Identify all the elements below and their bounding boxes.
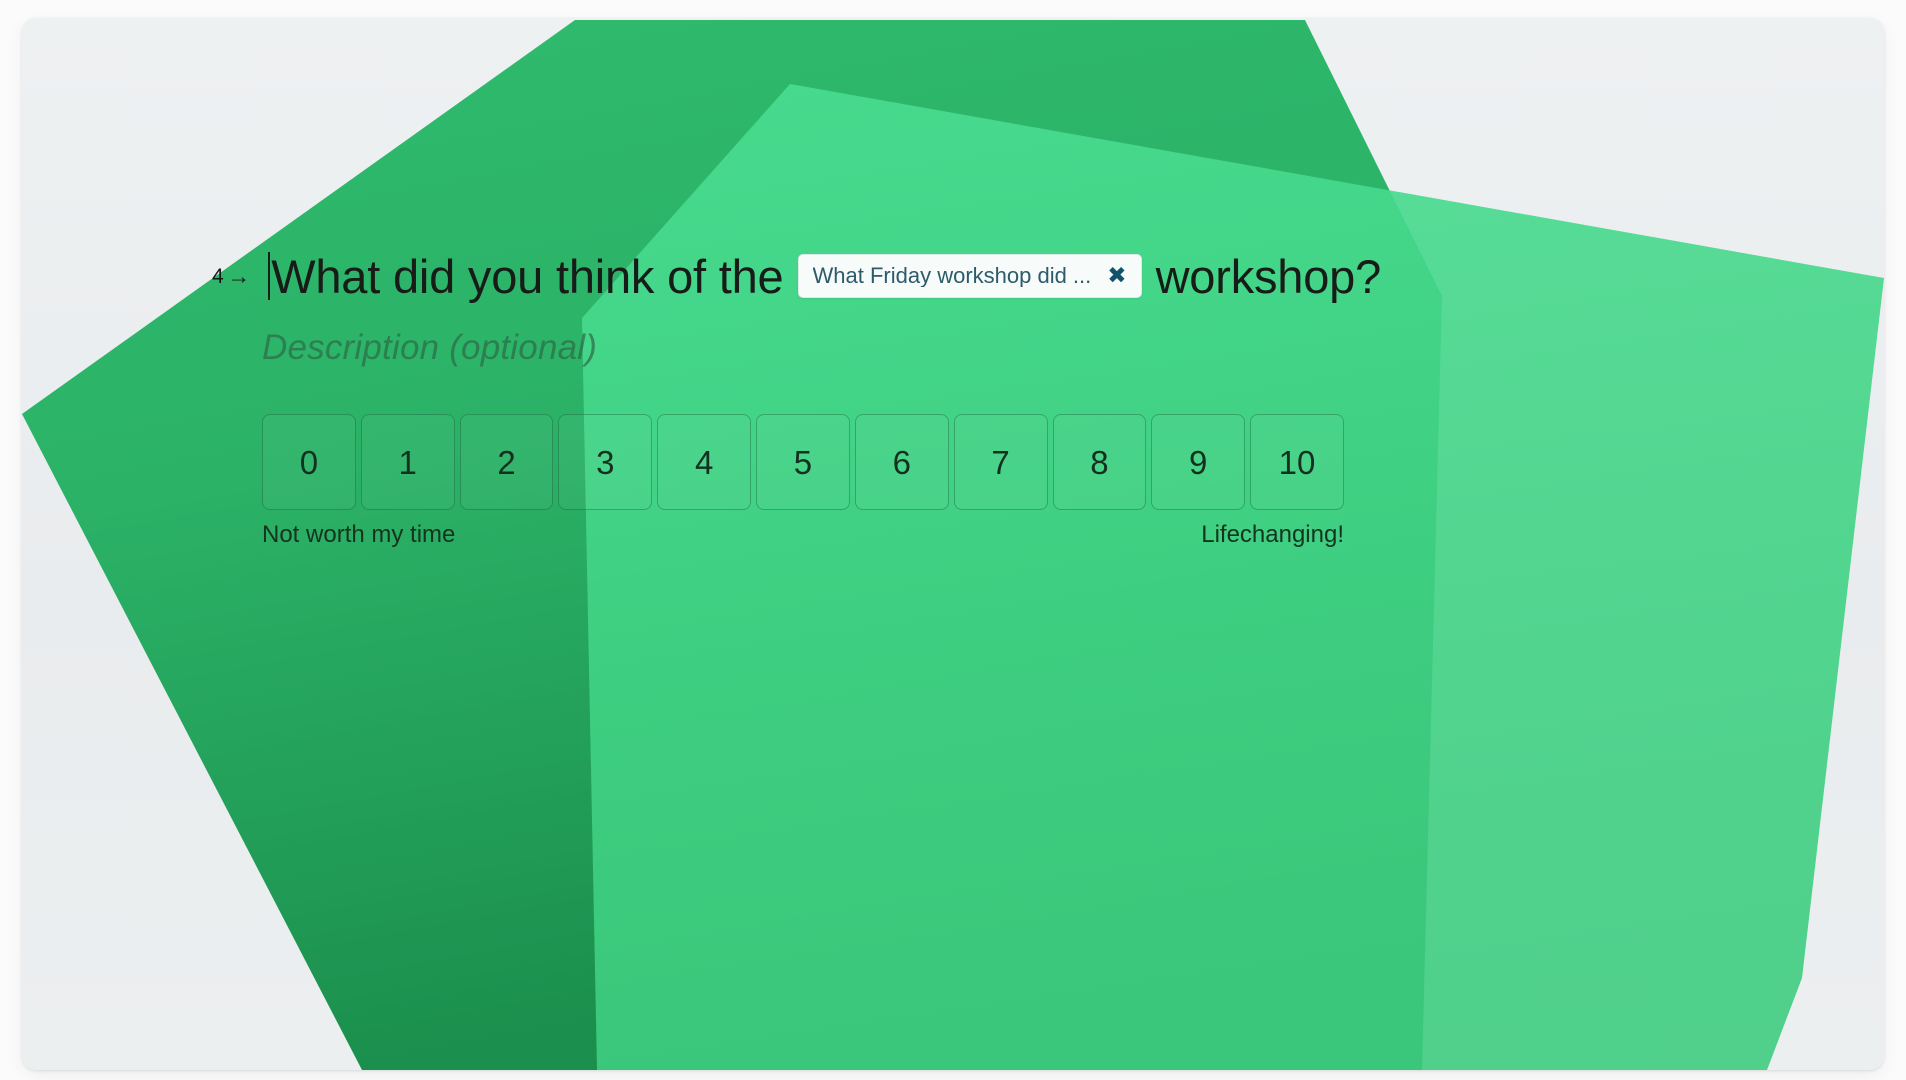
question-text-after: workshop?	[1155, 249, 1382, 303]
question-index: 4	[212, 264, 225, 288]
arrow-right-icon: →	[227, 262, 251, 289]
rating-scale: 0 1 2 3 4 5 6 7 8 9 10	[262, 414, 1344, 510]
question-block: 4 → What did you think of the What Frida…	[22, 18, 1884, 1070]
scale-option[interactable]: 4	[657, 414, 752, 510]
scale-option[interactable]: 2	[459, 414, 554, 510]
scale-option[interactable]: 5	[756, 414, 850, 510]
scale-option[interactable]: 6	[854, 414, 949, 510]
scale-option[interactable]: 9	[1151, 414, 1246, 510]
scale-option[interactable]: 10	[1250, 414, 1344, 510]
scale-option[interactable]: 7	[953, 414, 1048, 510]
scale-option[interactable]: 1	[360, 414, 455, 510]
description-placeholder[interactable]: Description (optional)	[262, 330, 597, 365]
question-text-before: What did you think of the	[271, 249, 784, 303]
scale-max-label: Lifechanging!	[1201, 521, 1344, 548]
rating-scale-legend: Not worth my time Lifechanging!	[262, 523, 1344, 547]
scale-option[interactable]: 3	[558, 414, 653, 510]
question-header-row: 4 → What did you think of the What Frida…	[212, 252, 1381, 300]
survey-editor-canvas: 4 → What did you think of the What Frida…	[22, 18, 1884, 1070]
scale-min-label: Not worth my time	[262, 521, 456, 548]
close-icon[interactable]: ✖	[1107, 264, 1126, 287]
piped-variable-chip[interactable]: What Friday workshop did ... ✖	[797, 254, 1142, 298]
scale-option[interactable]: 0	[262, 414, 356, 510]
text-caret	[268, 252, 271, 300]
piped-variable-label: What Friday workshop did ...	[812, 264, 1092, 287]
scale-option[interactable]: 8	[1052, 414, 1147, 510]
